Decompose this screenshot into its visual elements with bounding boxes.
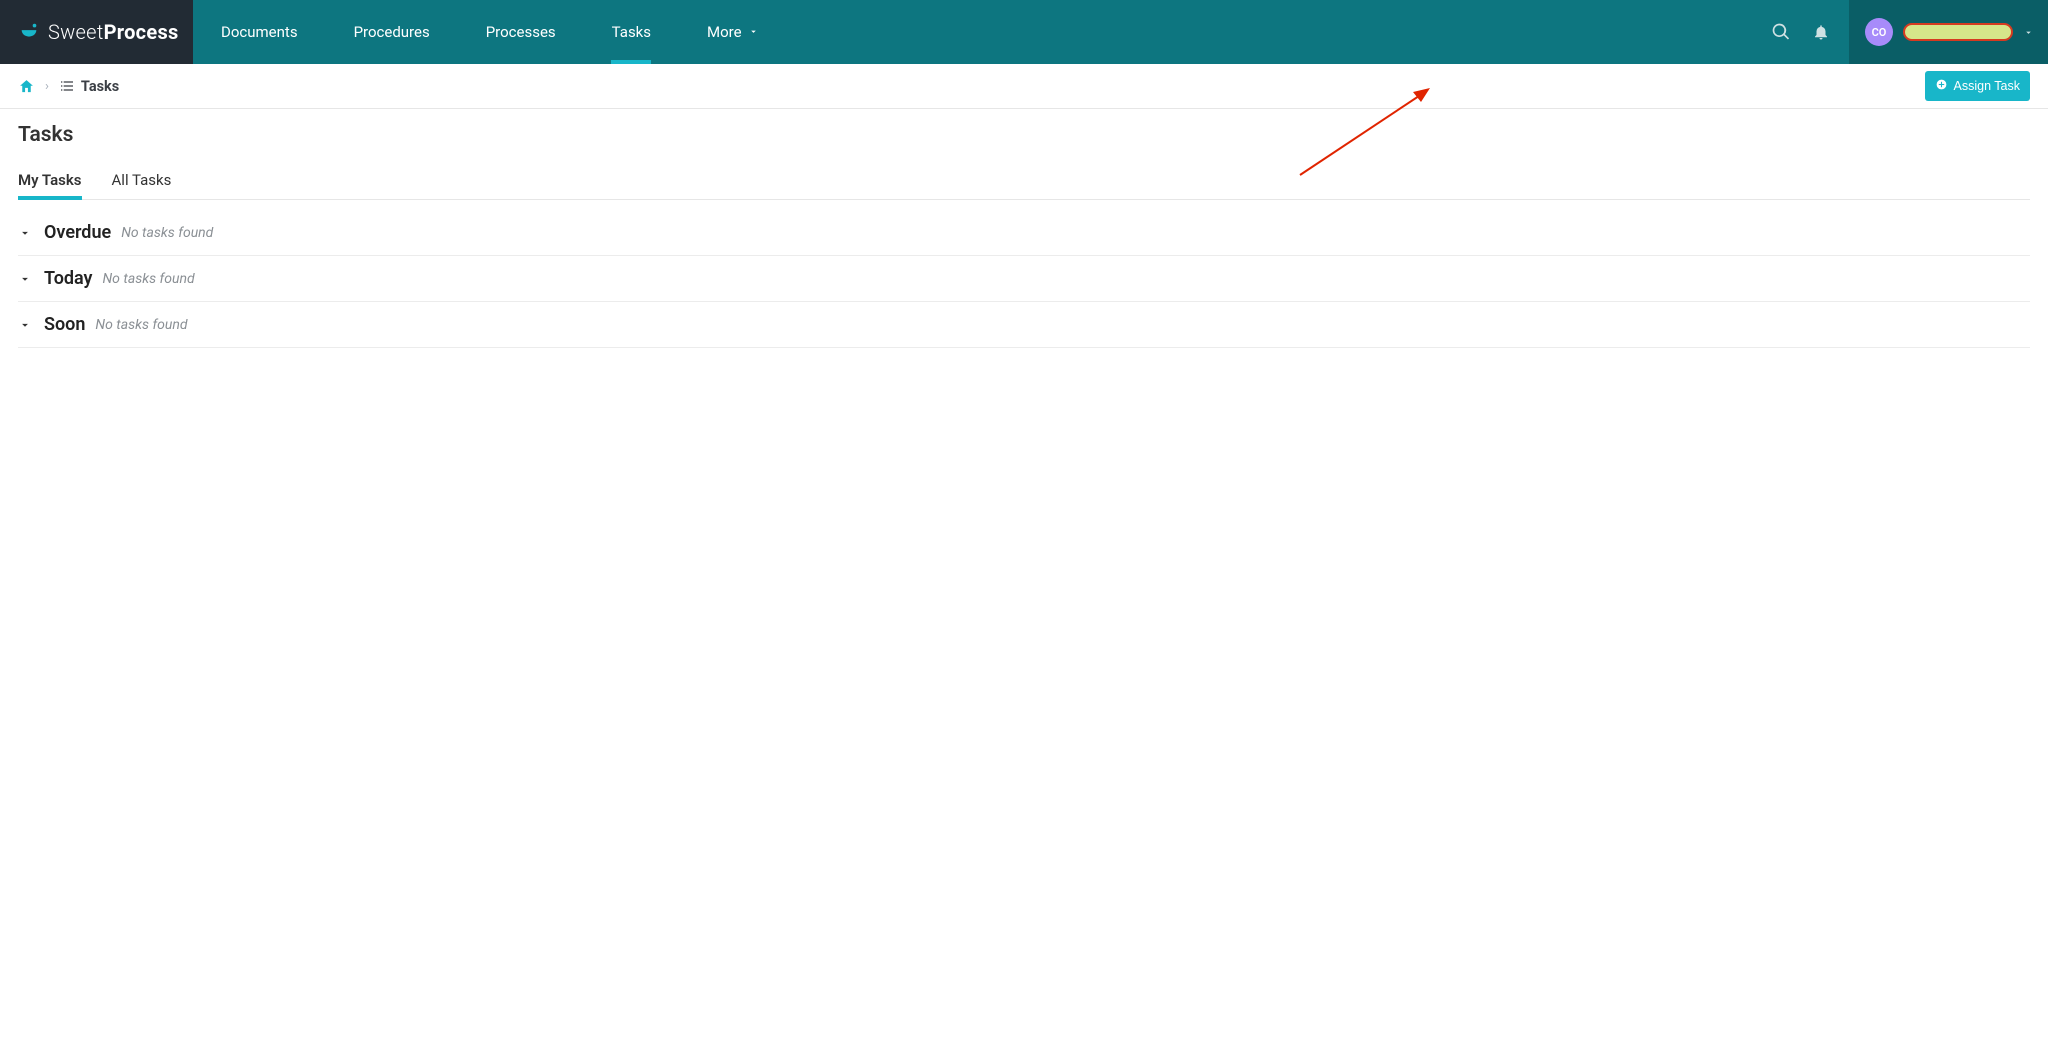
nav-documents[interactable]: Documents [193, 0, 326, 64]
plus-circle-icon [1935, 78, 1948, 94]
section-soon[interactable]: Soon No tasks found [18, 302, 2030, 348]
section-title: Soon [44, 314, 85, 335]
tab-all-tasks[interactable]: All Tasks [112, 165, 172, 199]
section-title: Today [44, 268, 93, 289]
nav-procedures[interactable]: Procedures [326, 0, 458, 64]
tabs: My Tasks All Tasks [18, 165, 2030, 200]
breadcrumb-separator: › [45, 79, 49, 94]
nav-right: CO [1761, 0, 2048, 64]
home-icon[interactable] [18, 78, 35, 95]
section-title: Overdue [44, 222, 111, 243]
breadcrumb: › Tasks Assign Task [0, 64, 2048, 109]
page-body: Tasks My Tasks All Tasks Overdue No task… [0, 109, 2048, 362]
logo-text: SweetProcess [48, 20, 179, 44]
chevron-down-icon [18, 318, 34, 332]
task-sections: Overdue No tasks found Today No tasks fo… [18, 210, 2030, 348]
section-empty-text: No tasks found [121, 225, 213, 241]
nav-more[interactable]: More [679, 0, 787, 64]
avatar: CO [1865, 18, 1893, 46]
nav-tasks[interactable]: Tasks [584, 0, 679, 64]
nav-links: Documents Procedures Processes Tasks Mor… [193, 0, 787, 64]
chevron-down-icon [2023, 23, 2034, 42]
tasks-list-icon [59, 78, 75, 94]
section-empty-text: No tasks found [103, 271, 195, 287]
page-title: Tasks [18, 123, 2030, 147]
top-nav: SweetProcess Documents Procedures Proces… [0, 0, 2048, 64]
user-name-redacted [1903, 23, 2013, 41]
chevron-down-icon [18, 226, 34, 240]
logo-icon [18, 21, 40, 43]
nav-processes[interactable]: Processes [458, 0, 584, 64]
user-menu[interactable]: CO [1849, 0, 2048, 64]
assign-task-button[interactable]: Assign Task [1925, 71, 2030, 101]
tab-my-tasks[interactable]: My Tasks [18, 165, 82, 199]
section-today[interactable]: Today No tasks found [18, 256, 2030, 302]
section-empty-text: No tasks found [95, 317, 187, 333]
section-overdue[interactable]: Overdue No tasks found [18, 210, 2030, 256]
chevron-down-icon [18, 272, 34, 286]
search-icon[interactable] [1761, 12, 1801, 52]
logo[interactable]: SweetProcess [0, 0, 193, 64]
chevron-down-icon [748, 23, 759, 41]
bell-icon[interactable] [1801, 12, 1841, 52]
breadcrumb-current: Tasks [81, 78, 119, 95]
